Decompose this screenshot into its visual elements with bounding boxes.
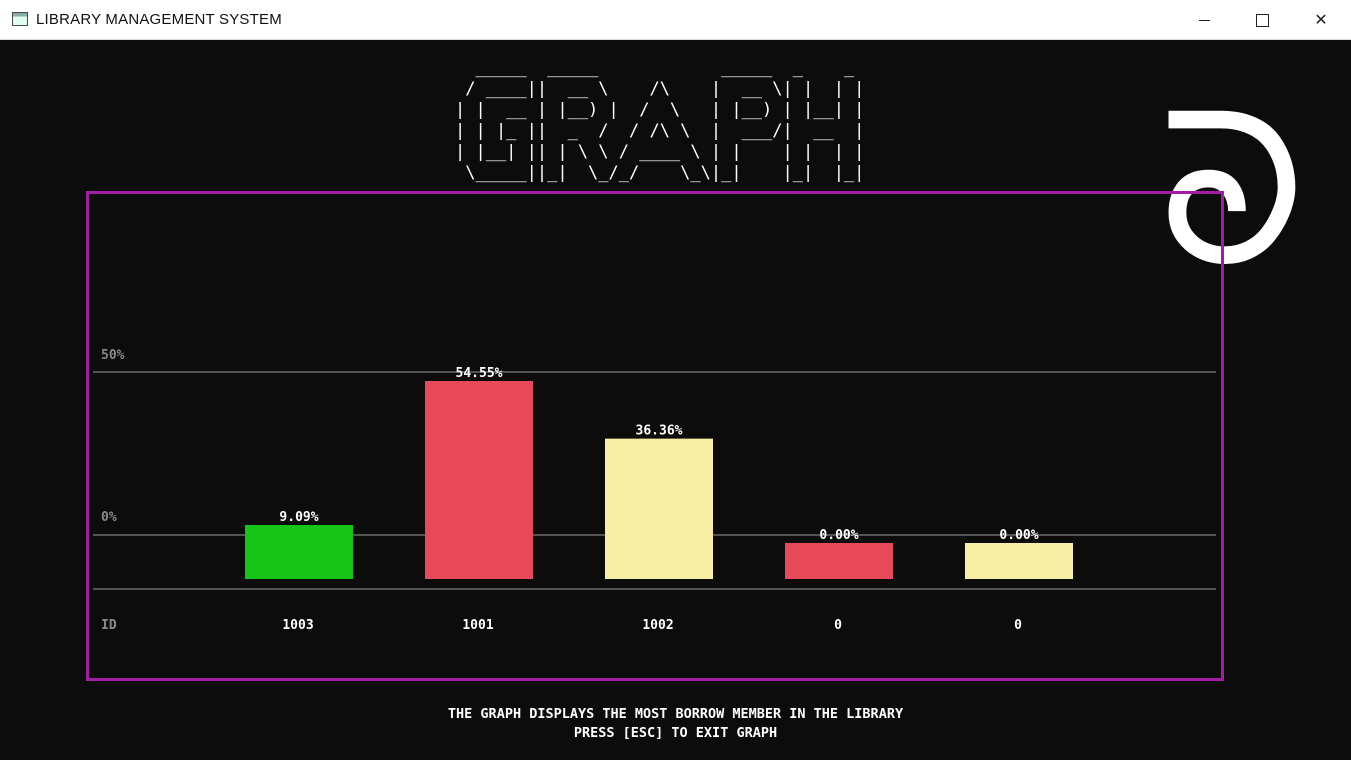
x-tick-label-4: 0 [1014, 618, 1022, 633]
x-tick-label-0: 1003 [282, 618, 313, 633]
bar-value-label-3: 0.00% [819, 528, 858, 543]
bar-value-label-0: 9.09% [279, 510, 318, 525]
x-tick-label-3: 0 [834, 618, 842, 633]
bar-4 [965, 543, 1073, 579]
bar-3 [785, 543, 893, 579]
bar-value-label-1: 54.55% [456, 366, 503, 381]
footer-description: THE GRAPH DISPLAYS THE MOST BORROW MEMBE… [447, 706, 904, 722]
bar-0 [245, 525, 353, 579]
bar-1 [425, 381, 533, 579]
x-axis-label: ID [101, 618, 117, 633]
bar-chart: 50% 0% ID 9.09% 1003 54.55% 1001 36.36% 1002 0.00… [93, 348, 1216, 633]
y-tick-label-1: 0% [101, 510, 117, 525]
x-tick-label-2: 1002 [642, 618, 673, 633]
footer-exit-hint: PRESS [ESC] TO EXIT GRAPH [573, 725, 778, 741]
x-tick-label-1: 1001 [462, 618, 493, 633]
bar-value-label-4: 0.00% [999, 528, 1038, 543]
bar-2 [605, 438, 713, 579]
bar-value-label-2: 36.36% [636, 424, 683, 439]
y-tick-label-0: 50% [101, 348, 125, 363]
